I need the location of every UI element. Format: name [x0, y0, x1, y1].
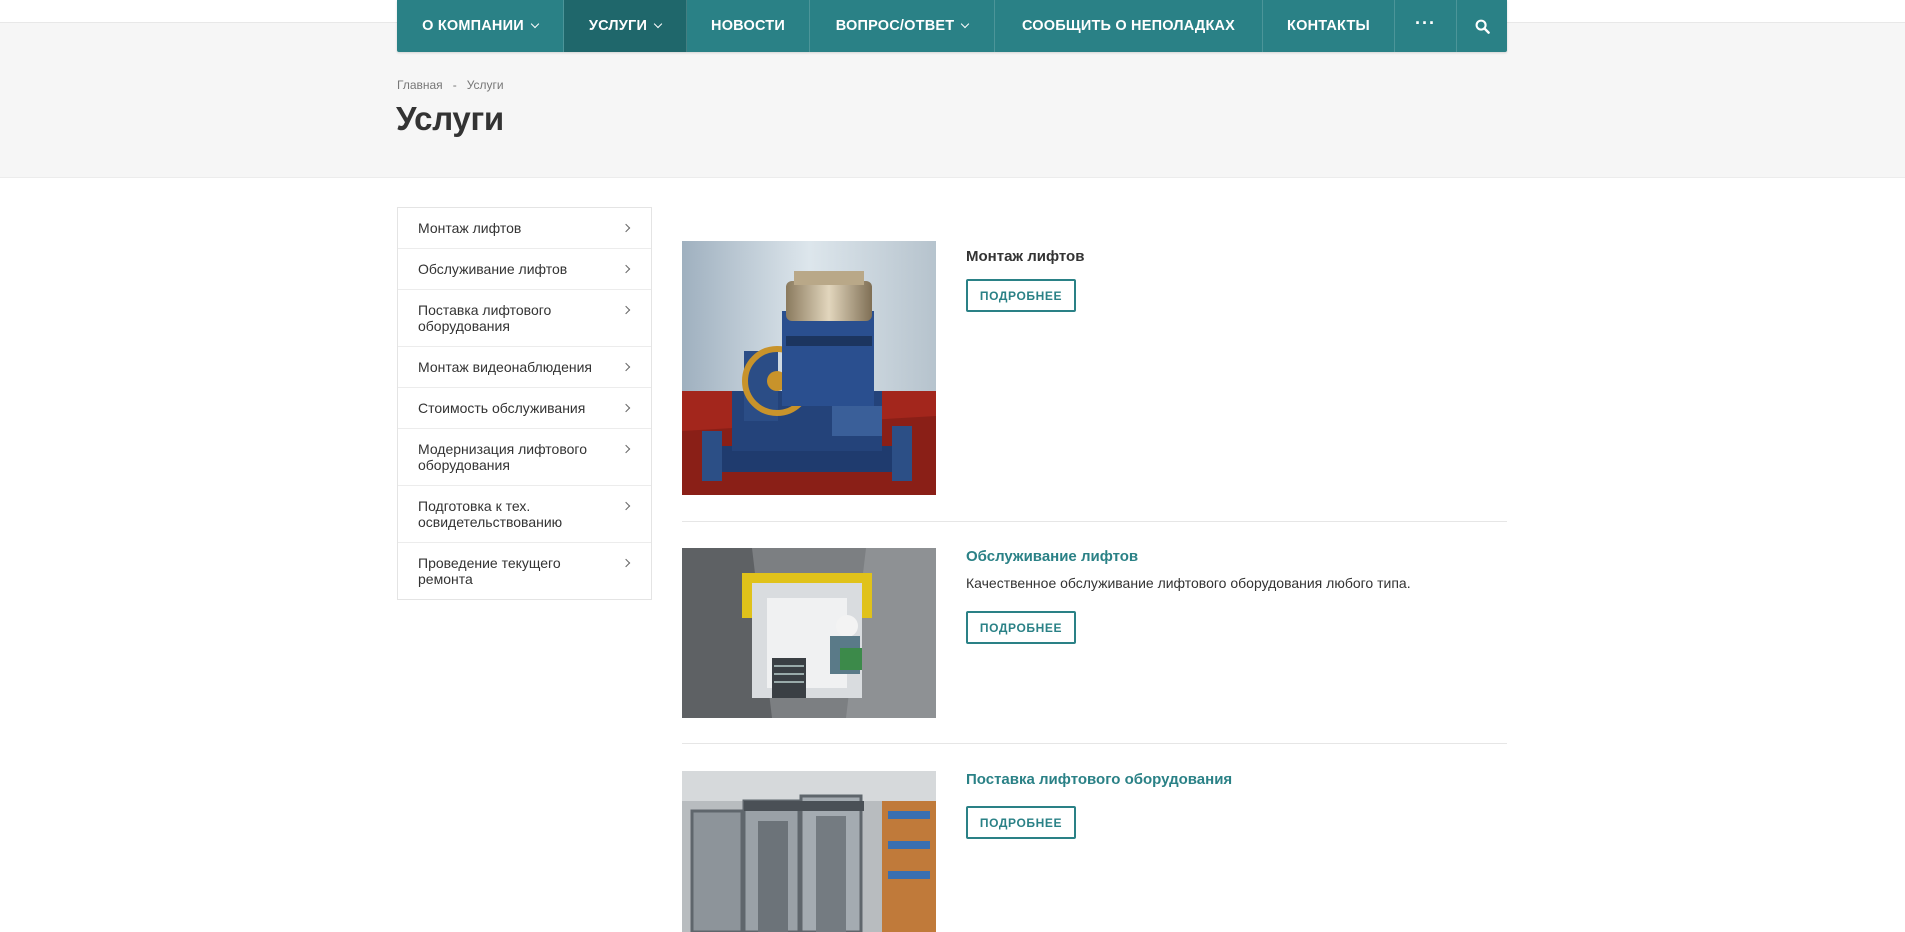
nav-item-label: КОНТАКТЫ [1287, 18, 1370, 34]
nav-item-label: О КОМПАНИИ [422, 18, 524, 34]
chevron-down-icon [653, 19, 663, 29]
service-description: Качественное обслуживание лифтового обор… [966, 575, 1411, 591]
service-divider [682, 521, 1507, 522]
more-button-lift-maintenance[interactable]: ПОДРОБНЕЕ [966, 611, 1076, 644]
chevron-right-icon [621, 362, 631, 372]
nav-search-button[interactable] [1457, 0, 1507, 52]
nav-item-label: НОВОСТИ [711, 18, 785, 34]
chevron-right-icon [621, 501, 631, 511]
nav-item-about[interactable]: О КОМПАНИИ [397, 0, 564, 52]
nav-item-label: ВОПРОС/ОТВЕТ [835, 18, 955, 34]
service-image-equipment-supply[interactable] [682, 771, 936, 932]
more-button-equipment-supply[interactable]: ПОДРОБНЕЕ [966, 806, 1076, 839]
sidebar-item-lift-installation[interactable]: Монтаж лифтов [398, 208, 651, 249]
chevron-right-icon [621, 444, 631, 454]
sidebar-item-label: Подготовка к тех. освидетельствованию [418, 498, 563, 530]
chevron-right-icon [621, 403, 631, 413]
nav-more-button[interactable]: ··· [1395, 0, 1457, 52]
nav-item-label: УСЛУГИ [588, 18, 648, 34]
service-item: Монтаж лифтов ПОДРОБНЕЕ [682, 241, 1507, 495]
nav-item-label: СООБЩИТЬ О НЕПОЛАДКАХ [1021, 18, 1236, 34]
service-item: Поставка лифтового оборудования ПОДРОБНЕ… [682, 771, 1507, 932]
sidebar-item-equipment-supply[interactable]: Поставка лифтового оборудования [398, 290, 651, 347]
sidebar-item-label: Поставка лифтового оборудования [418, 302, 552, 334]
main-nav: О КОМПАНИИ УСЛУГИ НОВОСТИ ВОПРОС/ОТВЕТ С… [397, 0, 1507, 52]
nav-item-contacts[interactable]: КОНТАКТЫ [1263, 0, 1395, 52]
more-dots-icon: ··· [1415, 12, 1436, 33]
nav-item-services[interactable]: УСЛУГИ [564, 0, 687, 52]
service-item: Обслуживание лифтов Качественное обслужи… [682, 548, 1507, 720]
sidebar-item-inspection-prep[interactable]: Подготовка к тех. освидетельствованию [398, 486, 651, 543]
service-image-lift-maintenance[interactable] [682, 548, 936, 718]
chevron-down-icon [530, 19, 540, 29]
sidebar-item-label: Монтаж лифтов [418, 220, 522, 236]
breadcrumb-home-link[interactable]: Главная [397, 78, 443, 92]
sidebar-item-lift-maintenance[interactable]: Обслуживание лифтов [398, 249, 651, 290]
breadcrumb-current: Услуги [466, 78, 504, 92]
service-title-equipment-supply[interactable]: Поставка лифтового оборудования [966, 771, 1232, 788]
more-button-lift-installation[interactable]: ПОДРОБНЕЕ [966, 279, 1076, 312]
chevron-right-icon [621, 223, 631, 233]
nav-item-report-problem[interactable]: СООБЩИТЬ О НЕПОЛАДКАХ [995, 0, 1263, 52]
breadcrumb: Главная - Услуги [397, 78, 504, 92]
sidebar-item-label: Проведение текущего ремонта [418, 555, 561, 587]
sidebar-item-cctv-installation[interactable]: Монтаж видеонаблюдения [398, 347, 651, 388]
sidebar-item-current-repair[interactable]: Проведение текущего ремонта [398, 543, 651, 599]
sidebar-item-service-cost[interactable]: Стоимость обслуживания [398, 388, 651, 429]
sidebar-item-label: Обслуживание лифтов [418, 261, 568, 277]
nav-item-faq[interactable]: ВОПРОС/ОТВЕТ [810, 0, 995, 52]
sidebar-item-label: Стоимость обслуживания [418, 400, 586, 416]
chevron-right-icon [621, 264, 631, 274]
sidebar-menu: Монтаж лифтов Обслуживание лифтов Постав… [397, 207, 652, 600]
chevron-right-icon [621, 305, 631, 315]
service-title-lift-maintenance[interactable]: Обслуживание лифтов [966, 548, 1138, 565]
chevron-right-icon [621, 558, 631, 568]
chevron-down-icon [961, 19, 970, 29]
page-title: Услуги [396, 100, 504, 137]
service-image-lift-motor[interactable] [682, 241, 936, 495]
nav-item-news[interactable]: НОВОСТИ [687, 0, 810, 52]
sidebar-item-modernization[interactable]: Модернизация лифтового оборудования [398, 429, 651, 486]
service-divider [682, 743, 1507, 744]
service-title-lift-installation[interactable]: Монтаж лифтов [966, 248, 1084, 265]
sidebar-item-label: Монтаж видеонаблюдения [418, 359, 592, 375]
sidebar-item-label: Модернизация лифтового оборудования [418, 441, 587, 473]
breadcrumb-separator: - [452, 78, 457, 92]
search-icon [1475, 19, 1490, 34]
